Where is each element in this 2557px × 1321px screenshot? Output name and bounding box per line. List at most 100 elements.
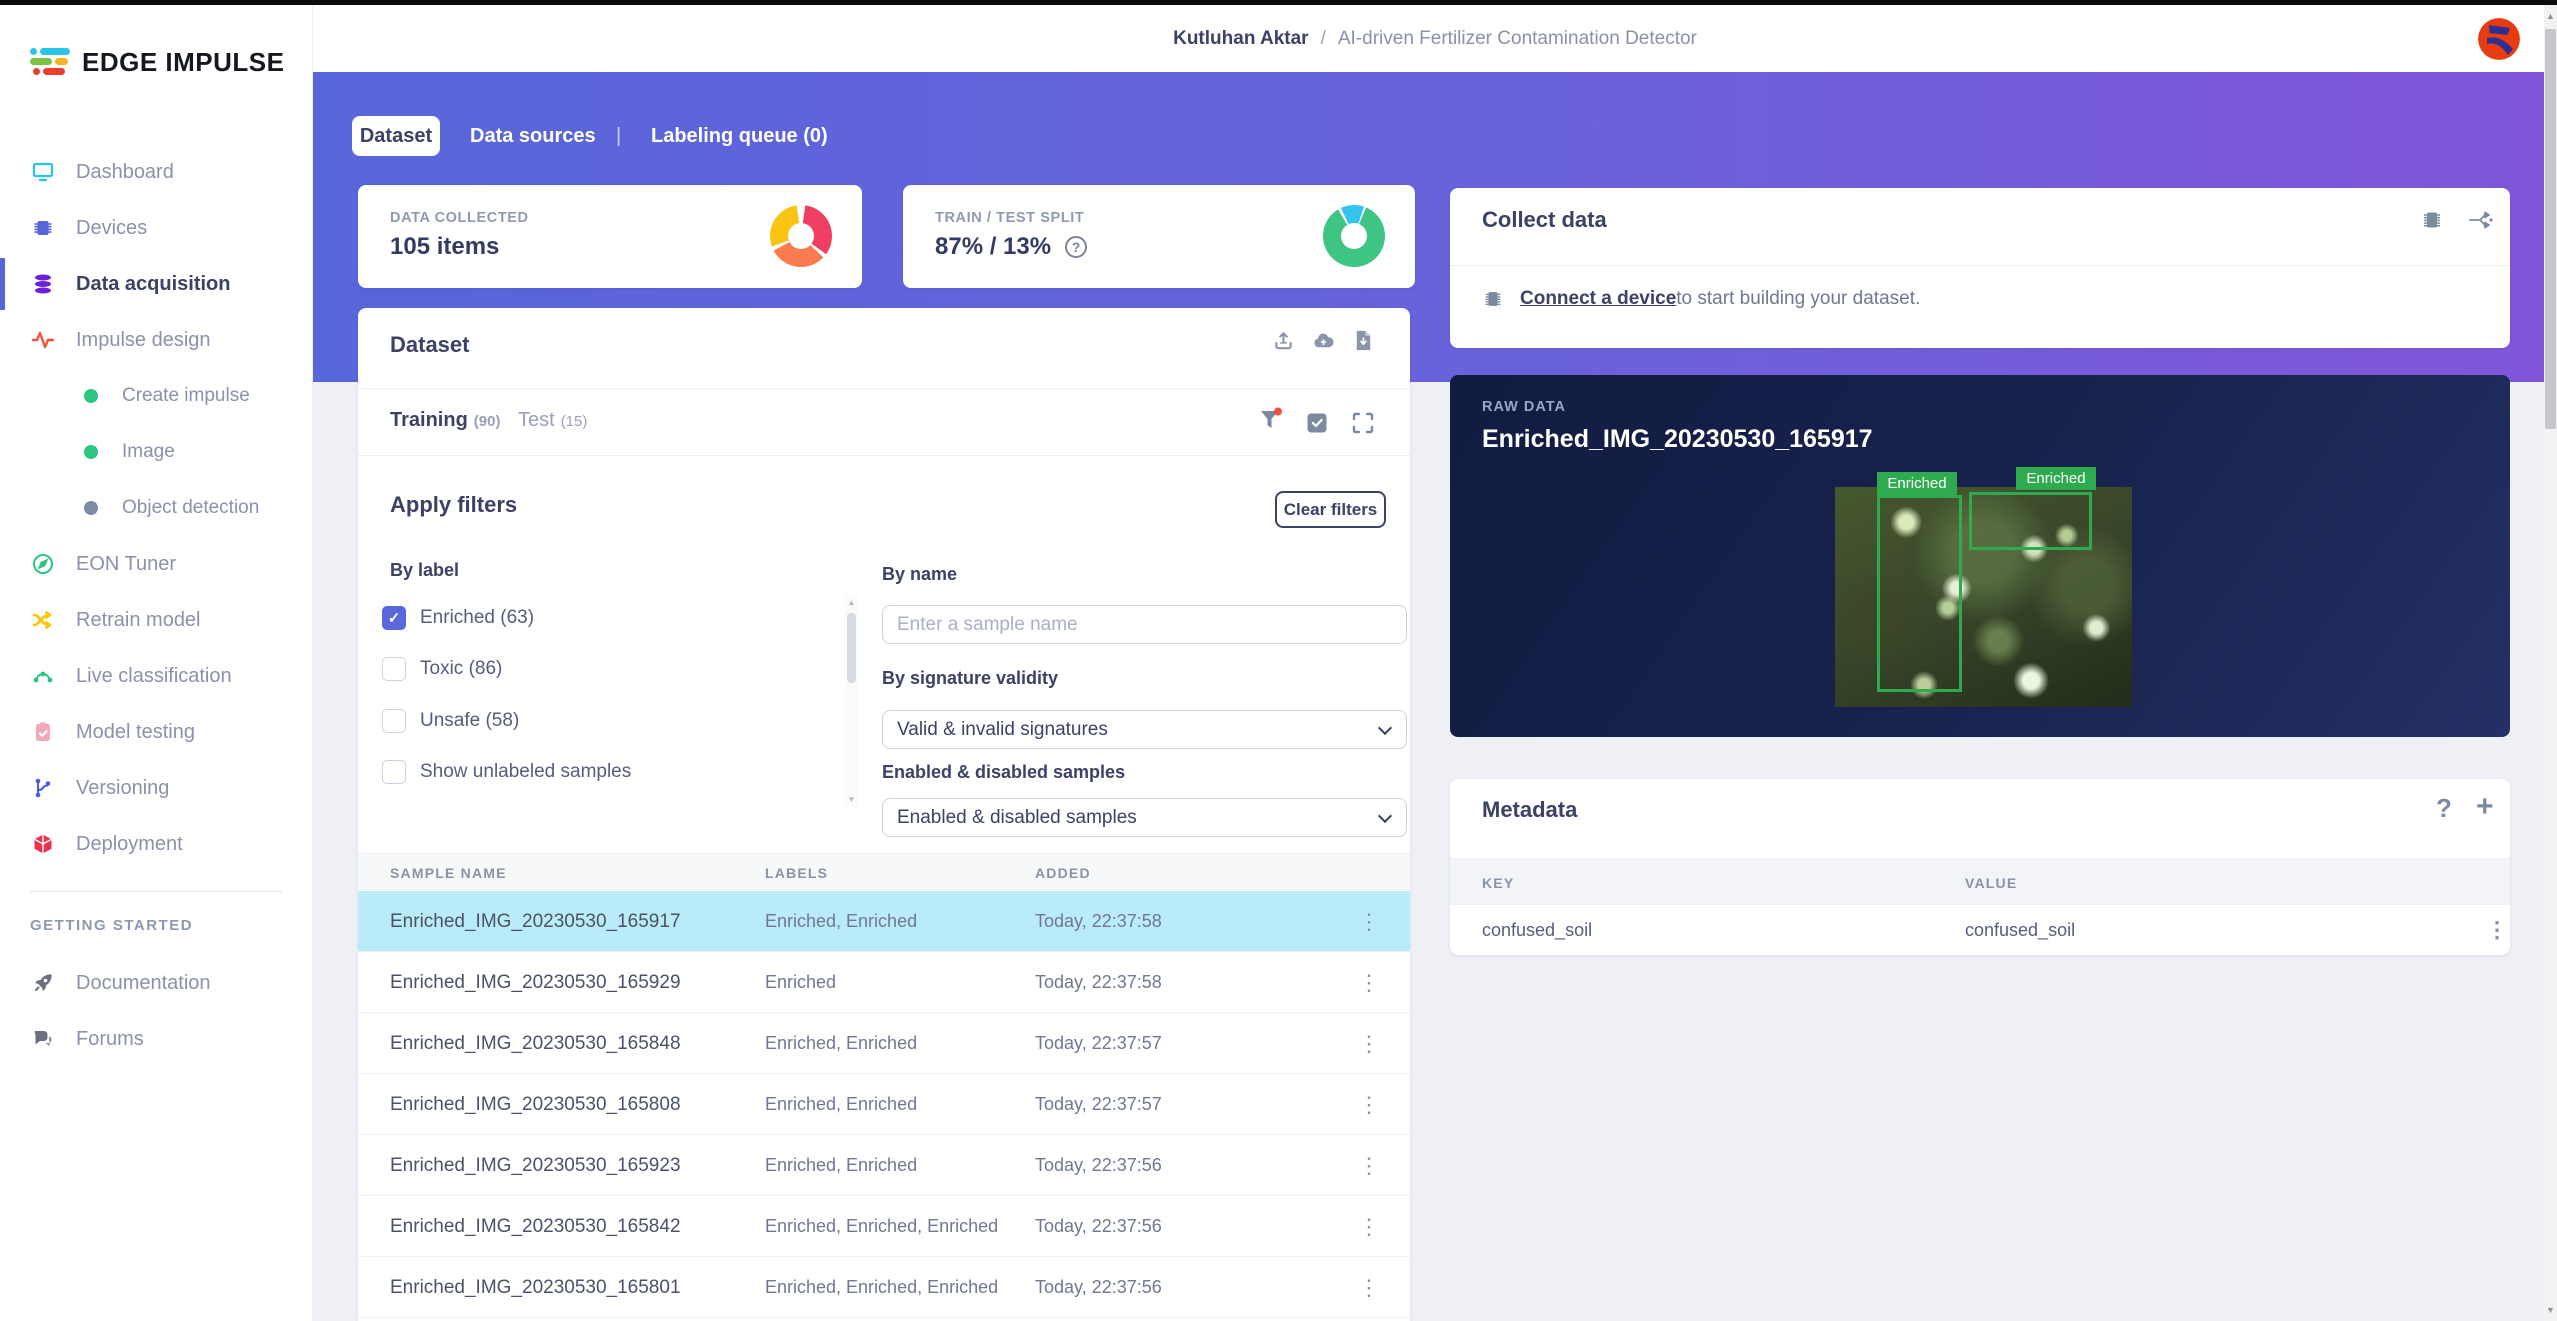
column-value: VALUE <box>1965 859 2017 906</box>
page-scrollbar[interactable]: ▲ ▼ <box>2544 5 2557 1321</box>
avatar[interactable] <box>2478 18 2520 60</box>
metadata-row[interactable]: confused_soil confused_soil ⋮ <box>1450 905 2510 955</box>
checkbox-icon[interactable] <box>382 709 406 733</box>
checkbox-row-enriched[interactable]: ✓ Enriched (63) <box>382 603 534 633</box>
scrollbar-thumb[interactable] <box>847 613 856 683</box>
edge-impulse-logo[interactable]: EDGE IMPULSE <box>30 45 284 79</box>
metadata-card: Metadata ? + KEY VALUE confused_soil con… <box>1450 779 2510 955</box>
sidebar-item-data-acquisition[interactable]: Data acquisition <box>0 256 313 312</box>
compass-icon <box>31 552 55 576</box>
data-collected-label: DATA COLLECTED <box>390 210 529 226</box>
tab-test[interactable]: Test(15) <box>518 409 587 432</box>
connector-icon[interactable] <box>2468 208 2494 232</box>
tab-dataset[interactable]: Dataset <box>352 116 440 156</box>
table-row[interactable]: Enriched_IMG_20230530_165801 Enriched, E… <box>358 1257 1410 1318</box>
branch-icon <box>31 776 55 800</box>
shuffle-icon <box>31 608 55 632</box>
sidebar-item-impulse-design[interactable]: Impulse design <box>0 312 313 368</box>
tab-data-sources[interactable]: Data sources <box>470 116 596 156</box>
column-sample-name[interactable]: SAMPLE NAME <box>390 854 507 891</box>
sidebar-item-forums[interactable]: Forums <box>0 1011 313 1067</box>
gray-dot-icon <box>84 501 98 515</box>
sample-name-input[interactable] <box>882 605 1407 644</box>
row-menu-icon[interactable]: ⋮ <box>1354 1196 1384 1257</box>
row-menu-icon[interactable]: ⋮ <box>1354 1257 1384 1318</box>
scroll-up-icon[interactable]: ▲ <box>2544 11 2557 21</box>
table-row[interactable]: Enriched_IMG_20230530_165808 Enriched, E… <box>358 1074 1410 1135</box>
cloud-upload-icon[interactable] <box>1312 330 1335 353</box>
row-menu-icon[interactable]: ⋮ <box>2486 905 2508 955</box>
filter-list-scrollbar[interactable]: ▲ ▼ <box>845 595 858 807</box>
page: EDGE IMPULSE Dashboard Devices Data acqu… <box>0 0 2557 1321</box>
sidebar: EDGE IMPULSE Dashboard Devices Data acqu… <box>0 5 313 1321</box>
row-menu-icon[interactable]: ⋮ <box>1354 891 1384 952</box>
checkbox-row-toxic[interactable]: Toxic (86) <box>382 654 502 684</box>
file-download-icon[interactable] <box>1353 329 1374 352</box>
breadcrumb-user[interactable]: Kutluhan Aktar <box>1173 28 1308 50</box>
sidebar-item-dashboard[interactable]: Dashboard <box>0 144 313 200</box>
clear-filters-button[interactable]: Clear filters <box>1275 491 1386 528</box>
tab-training[interactable]: Training(90) <box>390 409 500 432</box>
checkbox-icon[interactable] <box>382 760 406 784</box>
checkbox-row-show-unlabeled[interactable]: Show unlabeled samples <box>382 757 631 787</box>
scroll-up-icon[interactable]: ▲ <box>845 598 858 607</box>
signature-validity-select[interactable]: Valid & invalid signatures <box>882 710 1407 749</box>
bounding-box-label: Enriched <box>2016 467 2096 490</box>
filter-icon[interactable] <box>1258 407 1284 437</box>
sidebar-item-live-classification[interactable]: Live classification <box>0 648 313 704</box>
scrollbar-thumb[interactable] <box>2545 29 2556 429</box>
add-metadata-icon[interactable]: + <box>2476 790 2494 824</box>
table-row[interactable]: Enriched_IMG_20230530_165848 Enriched, E… <box>358 1013 1410 1074</box>
table-row[interactable]: Enriched_IMG_20230530_165842 Enriched, E… <box>358 1196 1410 1257</box>
checkbox-row-unsafe[interactable]: Unsafe (58) <box>382 706 519 736</box>
sidebar-item-retrain-model[interactable]: Retrain model <box>0 592 313 648</box>
sidebar-item-object-detection[interactable]: Object detection <box>0 480 313 536</box>
upload-icon[interactable] <box>1272 329 1295 352</box>
column-labels[interactable]: LABELS <box>765 854 828 891</box>
collect-data-body: Connect a device to start building your … <box>1482 288 1920 310</box>
device-chip-icon[interactable] <box>2420 208 2444 232</box>
column-added[interactable]: ADDED <box>1035 854 1091 891</box>
row-menu-icon[interactable]: ⋮ <box>1354 1135 1384 1196</box>
enabled-samples-select[interactable]: Enabled & disabled samples <box>882 798 1407 837</box>
train-test-split-label: TRAIN / TEST SPLIT <box>935 210 1084 226</box>
sidebar-item-devices[interactable]: Devices <box>0 200 313 256</box>
divider <box>1450 265 2510 266</box>
sidebar-item-create-impulse[interactable]: Create impulse <box>0 368 313 424</box>
help-icon[interactable]: ? <box>1065 236 1087 258</box>
scroll-down-icon[interactable]: ▼ <box>2544 1305 2557 1315</box>
select-samples-icon[interactable] <box>1305 411 1329 435</box>
table-row[interactable]: Enriched_IMG_20230530_165917 Enriched, E… <box>358 891 1410 952</box>
table-row[interactable]: Enriched_IMG_20230530_165923 Enriched, E… <box>358 1135 1410 1196</box>
brand-name: EDGE IMPULSE <box>82 47 284 78</box>
sidebar-item-image[interactable]: Image <box>0 424 313 480</box>
row-menu-icon[interactable]: ⋮ <box>1354 1074 1384 1135</box>
connect-device-link[interactable]: Connect a device <box>1520 288 1676 310</box>
sample-image[interactable] <box>1835 487 2132 707</box>
train-test-split-donut-chart <box>1323 205 1385 267</box>
bounding-box[interactable] <box>1877 495 1962 692</box>
checkbox-checked-icon[interactable]: ✓ <box>382 606 406 630</box>
breadcrumb-project[interactable]: AI-driven Fertilizer Contamination Detec… <box>1338 28 1697 50</box>
row-menu-icon[interactable]: ⋮ <box>1354 1013 1384 1074</box>
raw-data-label: RAW DATA <box>1482 399 1566 415</box>
data-collected-value: 105 items <box>390 233 499 261</box>
bounding-box[interactable] <box>1969 492 2092 550</box>
green-dot-icon <box>84 389 98 403</box>
scroll-down-icon[interactable]: ▼ <box>845 795 858 804</box>
column-key: KEY <box>1482 859 1514 906</box>
sidebar-item-documentation[interactable]: Documentation <box>0 955 313 1011</box>
sidebar-item-model-testing[interactable]: Model testing <box>0 704 313 760</box>
sidebar-item-versioning[interactable]: Versioning <box>0 760 313 816</box>
rocket-icon <box>31 971 55 995</box>
expand-icon[interactable] <box>1351 411 1375 435</box>
sidebar-item-deployment[interactable]: Deployment <box>0 816 313 872</box>
help-icon[interactable]: ? <box>2436 793 2452 824</box>
sidebar-item-eon-tuner[interactable]: EON Tuner <box>0 536 313 592</box>
row-menu-icon[interactable]: ⋮ <box>1354 952 1384 1013</box>
database-icon <box>31 272 55 296</box>
checkbox-icon[interactable] <box>382 657 406 681</box>
table-row[interactable]: Enriched_IMG_20230530_165929 Enriched To… <box>358 952 1410 1013</box>
collect-data-card: Collect data Connect a device to start b… <box>1450 188 2510 348</box>
tab-labeling-queue[interactable]: Labeling queue (0) <box>651 116 828 156</box>
